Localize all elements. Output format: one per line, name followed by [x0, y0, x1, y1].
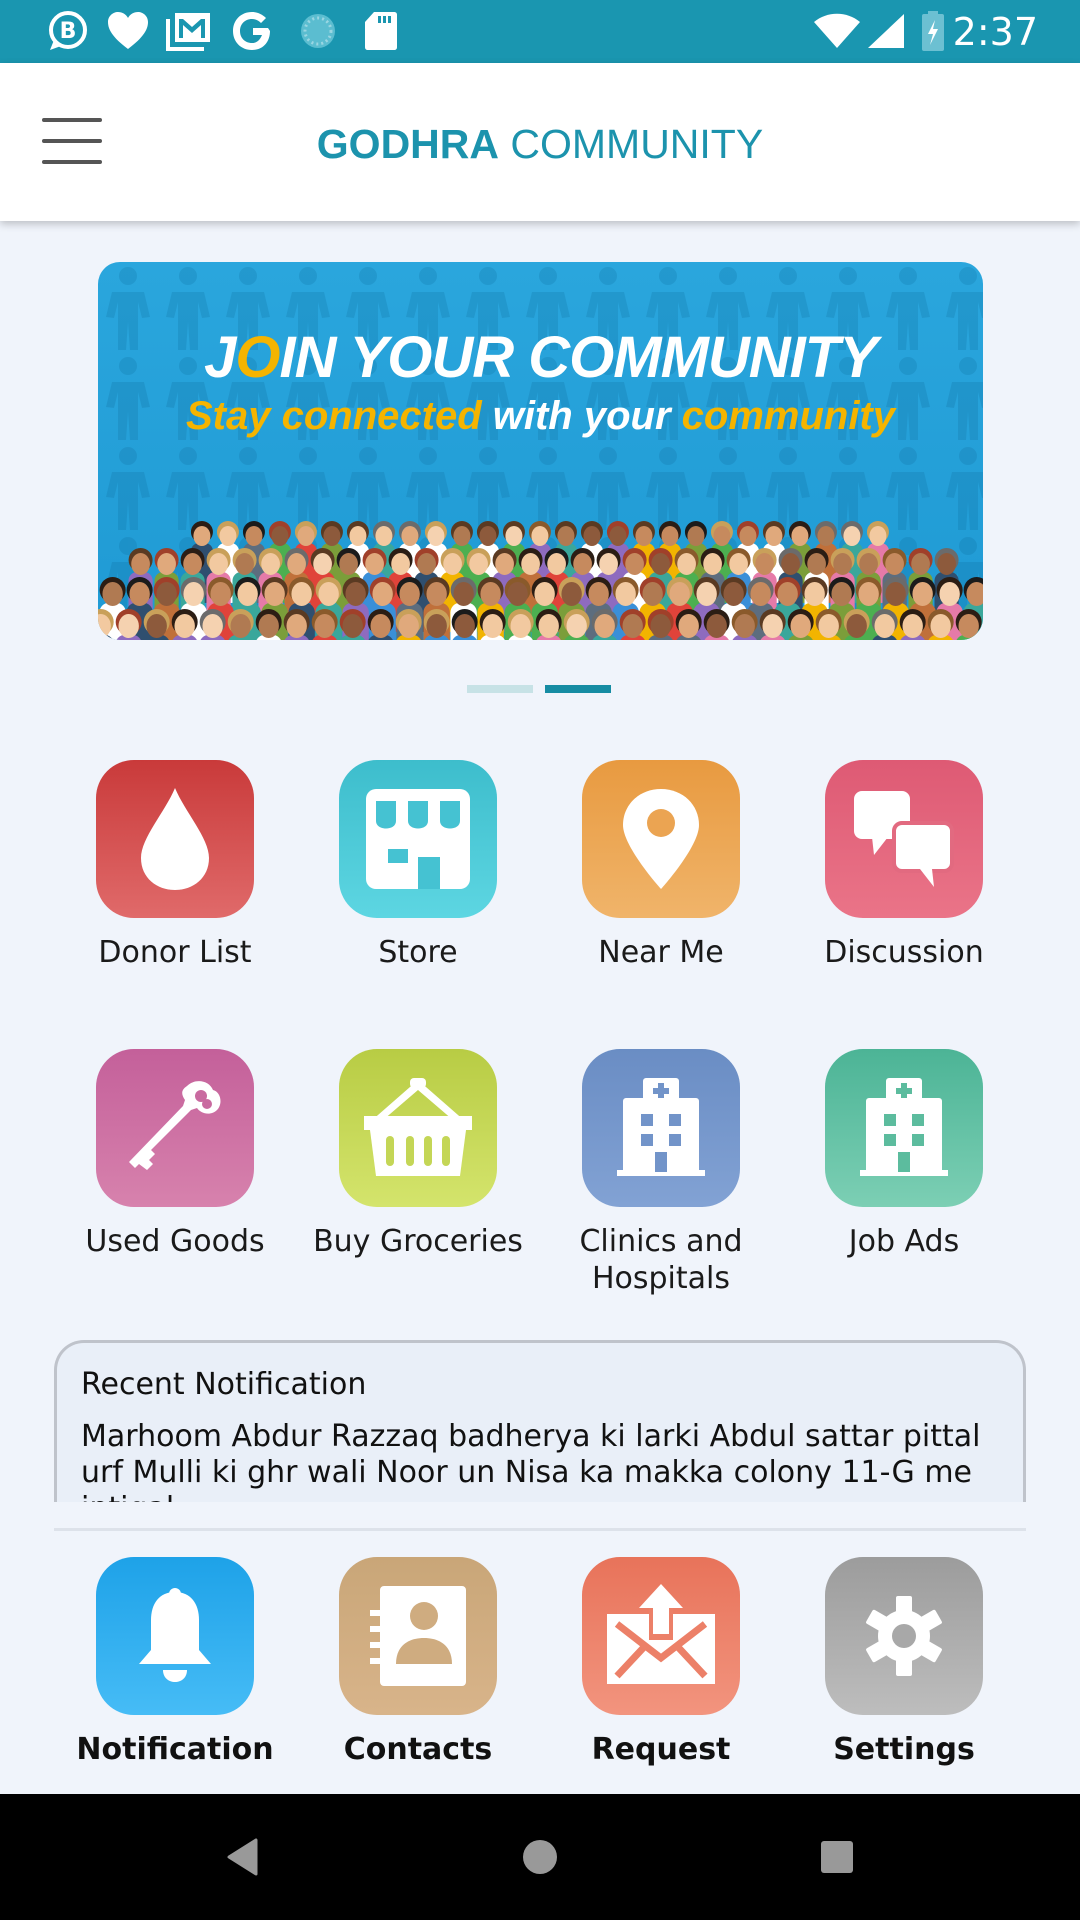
notification-title: Recent Notification [81, 1367, 367, 1402]
clinics-icon-bg [582, 1049, 740, 1207]
wifi-icon [812, 11, 862, 51]
tile-job-ads[interactable]: Job Ads [799, 1049, 1009, 1260]
tile-label: Settings [833, 1732, 975, 1767]
banner-carousel[interactable]: JOIN YOUR COMMUNITY Stay connected with … [98, 262, 983, 640]
basket-icon [364, 1078, 472, 1176]
chat-bubbles-icon [854, 791, 954, 887]
home-icon[interactable] [515, 1832, 565, 1882]
location-pin-icon [623, 789, 699, 889]
recents-icon[interactable] [812, 1832, 862, 1882]
pager-dot-1[interactable] [467, 685, 533, 693]
tile-label: Clinics and Hospitals [579, 1224, 743, 1296]
request-icon-bg [582, 1557, 740, 1715]
tile-donor-list[interactable]: Donor List [70, 760, 280, 971]
app-title: GODHRA COMMUNITY [0, 121, 1080, 168]
app-bar: GODHRA COMMUNITY [0, 63, 1080, 221]
hospital-icon [860, 1078, 948, 1176]
banner-title-rest: IN YOUR COMMUNITY [279, 325, 878, 390]
banner-subtitle: Stay connected with your community [98, 394, 983, 439]
carousel-pager [467, 685, 611, 693]
donor-list-icon-bg [96, 760, 254, 918]
store-icon-bg [339, 760, 497, 918]
contact-book-icon [370, 1586, 466, 1686]
action-request[interactable]: Request [556, 1557, 766, 1768]
tile-label: Contacts [343, 1732, 493, 1767]
recent-notification-card[interactable]: Recent Notification Marhoom Abdur Razzaq… [54, 1340, 1026, 1502]
tile-label: Notification [76, 1732, 274, 1767]
tile-label: Donor List [98, 935, 252, 970]
banner-title-o: O [235, 325, 280, 390]
banner-title: JOIN YOUR COMMUNITY [98, 324, 983, 391]
svg-text:B: B [60, 19, 77, 44]
mail-upload-icon [607, 1584, 715, 1684]
gmail-icon [166, 11, 212, 51]
app-title-rest: COMMUNITY [499, 121, 764, 167]
status-bar: B 2:37 [0, 0, 1080, 63]
discussion-icon-bg [825, 760, 983, 918]
tile-buy-groceries[interactable]: Buy Groceries [313, 1049, 523, 1260]
crowd-illustration [98, 521, 983, 640]
tile-discussion[interactable]: Discussion [799, 760, 1009, 971]
store-icon [366, 789, 470, 889]
tile-label: Job Ads [848, 1224, 960, 1259]
blood-drop-icon [141, 788, 209, 890]
banner-title-j: J [204, 325, 236, 390]
status-time: 2:37 [952, 10, 1038, 54]
banner-sub-4: community [681, 394, 895, 438]
system-nav-bar [0, 1794, 1080, 1920]
signal-icon [866, 11, 906, 51]
tile-label: Request [591, 1732, 731, 1767]
tile-used-goods[interactable]: Used Goods [70, 1049, 280, 1260]
near-me-icon-bg [582, 760, 740, 918]
battery-charging-icon [920, 11, 946, 51]
tile-label: Buy Groceries [313, 1224, 523, 1259]
tile-label: Store [378, 935, 458, 970]
gear-icon [866, 1596, 942, 1676]
action-notification[interactable]: Notification [70, 1557, 280, 1768]
contacts-icon-bg [339, 1557, 497, 1715]
notification-body: Marhoom Abdur Razzaq badherya ki larki A… [81, 1419, 981, 1502]
notification-icon-bg [96, 1557, 254, 1715]
buy-groceries-icon-bg [339, 1049, 497, 1207]
settings-icon-bg [825, 1557, 983, 1715]
tile-label: Discussion [824, 935, 984, 970]
banner-sub-2: connected [281, 394, 482, 438]
back-icon[interactable] [218, 1832, 268, 1882]
action-contacts[interactable]: Contacts [313, 1557, 523, 1768]
tile-label: Near Me [598, 935, 724, 970]
divider [54, 1528, 1026, 1531]
sync-icon [298, 11, 338, 51]
google-icon [232, 11, 274, 51]
banner-sub-3: with your [481, 394, 682, 438]
used-goods-icon-bg [96, 1049, 254, 1207]
pager-dot-2-active[interactable] [545, 685, 611, 693]
tile-store[interactable]: Store [313, 760, 523, 971]
app-title-bold: GODHRA [316, 121, 499, 167]
bell-icon [139, 1588, 211, 1682]
job-ads-icon-bg [825, 1049, 983, 1207]
tile-near-me[interactable]: Near Me [556, 760, 766, 971]
key-icon [129, 1081, 221, 1170]
whatsapp-business-icon: B [46, 11, 90, 51]
heart-icon [106, 11, 150, 51]
action-settings[interactable]: Settings [799, 1557, 1009, 1768]
tile-clinics-hospitals[interactable]: Clinics and Hospitals [556, 1049, 766, 1297]
banner-sub-1: Stay [185, 394, 282, 438]
hospital-icon [617, 1078, 705, 1176]
tile-label: Used Goods [85, 1224, 265, 1259]
sd-card-icon [364, 11, 398, 51]
